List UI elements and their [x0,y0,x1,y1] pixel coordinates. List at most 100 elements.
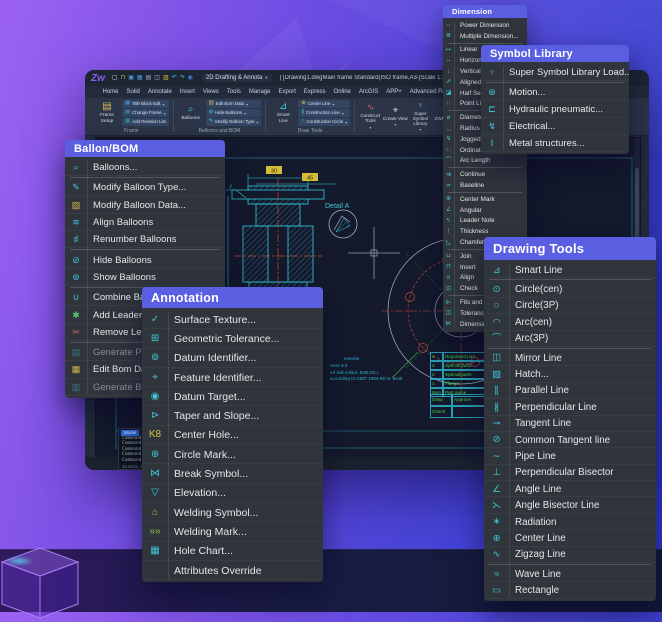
ribbon-button-hide-balloons[interactable]: ⊘Hide Balloons▾ [206,109,262,117]
menu-item-welding-symbol[interactable]: ⌂Welding Symbol... [142,503,323,522]
menu-item-multiple-dimension[interactable]: ≣Multiple Dimension... [443,31,527,42]
menu-item-motion[interactable]: ⊛Motion... [481,84,629,101]
undo-icon[interactable]: ↶ [172,75,177,81]
menu-item-feature-identifier[interactable]: ⌖Feature Identifier... [142,368,323,387]
ribbon-button-frame-setup[interactable]: ▤Frame Setup [94,102,120,124]
menu-item-balloons[interactable]: ⌕Balloons... [65,159,225,176]
new-file-icon[interactable]: ▢ [112,75,118,81]
menu-item-circle-3p[interactable]: ○Circle(3P) [484,298,656,314]
tab-insert[interactable]: Insert [176,88,198,96]
menu-item-angle-bisector-line[interactable]: ⋋Angle Bisector Line [484,497,656,513]
mirror-line-icon: ◫ [484,353,509,362]
menu-item-hole-chart[interactable]: ▦Hole Chart... [142,542,323,561]
ribbon-button-modify-balloon-type[interactable]: ✎Modify Balloon Type▾ [206,118,262,126]
scrollbar-thumb[interactable] [635,168,639,238]
menu-item-super-symbol-library-load[interactable]: ♆Super Symbol Library Load... [481,64,629,81]
menu-item-geometric-tolerance[interactable]: ⊞Geometric Tolerance... [142,329,323,348]
menu-item-angle-line[interactable]: ∠Angle Line [484,481,656,497]
menu-item-hatch[interactable]: ▨Hatch... [484,366,656,382]
save-all-icon[interactable]: ▦ [137,75,143,81]
menu-item-center-hole[interactable]: K8Center Hole... [142,426,323,445]
menu-item-modify-balloon-data[interactable]: ▧Modify Balloon Data... [65,197,225,214]
menu-item-smart-line[interactable]: ⊿Smart Line [484,262,656,278]
menu-item-center-line[interactable]: ⊕Center Line [484,530,656,546]
redo-icon[interactable]: ↷ [180,75,185,81]
menu-item-perpendicular-bisector[interactable]: ⊥Perpendicular Bisector [484,465,656,481]
ribbon-button-edit-bom-data[interactable]: ▧Edit Bom Data▾ [206,100,262,108]
menu-item-common-tangent-line[interactable]: ⊘Common Tangent line [484,432,656,448]
menu-item-surface-texture[interactable]: ✓Surface Texture... [142,310,323,329]
menu-item-pipe-line[interactable]: ∼Pipe Line [484,448,656,464]
menu-item-arc-cen[interactable]: ◠Arc(cen) [484,314,656,330]
open-folder-icon[interactable]: ⊓ [121,75,126,81]
menu-item-renumber-balloons[interactable]: ♯Renumber Balloons [65,231,225,248]
menu-item-elevation[interactable]: ▽Elevation... [142,484,323,503]
tab-online[interactable]: Online [330,88,354,96]
workspace-selector[interactable]: 2D Drafting & Annota ▾ [202,74,272,82]
menu-item-zigzag-line[interactable]: ∿Zigzag Line [484,547,656,563]
ribbon-button-title-block-edit[interactable]: ▦Title Block Edit▾ [122,100,169,108]
menu-item-baseline[interactable]: ≍Baseline [443,180,527,191]
menu-item-tangent-line[interactable]: ⊸Tangent Line [484,416,656,432]
tab-manage[interactable]: Manage [245,88,274,96]
menu-item-attributes-override[interactable]: Attributes Override [142,561,323,580]
tab-views[interactable]: Views [199,88,222,96]
ribbon-button-create-view[interactable]: ⌖Create View▾ [383,98,408,135]
menu-item-rectangle[interactable]: ▭Rectangle [484,582,656,598]
menu-item-hide-balloons[interactable]: ⊘Hide Balloons [65,251,225,268]
tab-arcgis[interactable]: ArcGIS [355,88,381,96]
workspace-globe-icon[interactable]: ◉ [188,75,193,81]
menu-item-continue[interactable]: ⇉Continue [443,169,527,180]
ribbon-button-smart-line[interactable]: ⊿Smart Line [270,102,296,124]
menu-item-leader-note[interactable]: ↖Leader Note [443,216,527,227]
menu-item-arc-length[interactable]: ⌒Arc Length [443,156,527,167]
tab-home[interactable]: Home [99,88,122,96]
tab-express[interactable]: Express [300,88,329,96]
menu-item-datum-identifier[interactable]: ⊚Datum Identifier... [142,349,323,368]
menu-item-center-mark[interactable]: ⊕Center Mark [443,194,527,205]
menu-item-align-balloons[interactable]: ≋Align Balloons [65,214,225,231]
model-tab[interactable]: Model [121,430,139,436]
menu-item-label: Break Symbol... [168,468,248,480]
menu-item-modify-balloon-type[interactable]: ✎Modify Balloon Type... [65,179,225,196]
menu-item-mirror-line[interactable]: ◫Mirror Line [484,350,656,366]
ribbon-button-construction-circle[interactable]: ○Construction Circle▾ [298,118,350,126]
surface-texture-icon: ✓ [142,315,168,325]
menu-item-taper-and-slope[interactable]: ⊳Taper and Slope... [142,406,323,425]
tab-tools[interactable]: Tools [223,88,244,96]
tab-app[interactable]: APP+ [383,88,406,96]
menu-item-metal-structures[interactable]: ⅠMetal structures... [481,135,629,152]
menu-item-hydraulic-pneumatic[interactable]: ⊏Hydraulic pneumatic... [481,101,629,118]
menu-item-show-balloons[interactable]: ⊚Show Balloons [65,269,225,286]
ribbon-button-change-frame[interactable]: ▤Change Frame▾ [122,109,169,117]
menu-item-arc-3p[interactable]: ⌒Arc(3P) [484,331,656,347]
tab-export[interactable]: Export [275,88,299,96]
tab-annotate[interactable]: Annotate [144,88,175,96]
menu-item-label: Datum Identifier... [168,352,256,364]
ribbon-button-center-line[interactable]: ⊕Center Line▾ [298,100,350,108]
menu-item-angular[interactable]: ∠Angular [443,205,527,216]
ribbon-button-super-symbol-library[interactable]: ♆Super Symbol Library▾ [408,98,433,135]
menu-item-parallel-line[interactable]: ∥Parallel Line [484,383,656,399]
save-icon[interactable]: ▣ [128,75,134,81]
menu-item-circle-mark[interactable]: ⊕Circle Mark... [142,445,323,464]
menu-item-circle-cen[interactable]: ⊙Circle(cen) [484,281,656,297]
tab-solid[interactable]: Solid [123,88,143,96]
menu-item-perpendicular-line[interactable]: ∦Perpendicular Line [484,399,656,415]
menu-item-power-dimension[interactable]: ↔Power Dimension [443,20,527,31]
copy-icon[interactable]: ◫ [154,75,160,81]
ribbon-button-balloons[interactable]: ⌕Balloons [178,105,204,122]
ribbon-button-construct-tools[interactable]: ∿Construct Tools▾ [358,98,383,135]
ribbon-button-add-revision-list[interactable]: ▥Add Revision List [122,118,169,126]
menu-item-radiation[interactable]: ∗Radiation [484,514,656,530]
plot-icon[interactable]: ▤ [146,75,152,81]
menu-item-welding-mark[interactable]: »»Welding Mark... [142,522,323,541]
menu-item-wave-line[interactable]: ≈Wave Line [484,566,656,582]
menu-item-thickness[interactable]: ⊺Thickness [443,226,527,237]
welding-mark-icon: »» [142,527,168,537]
menu-item-break-symbol[interactable]: ⋈Break Symbol... [142,464,323,483]
menu-item-electrical[interactable]: ↯Electrical... [481,118,629,135]
ribbon-button-construction-line[interactable]: ∥Construction Line▾ [298,109,350,117]
menu-item-datum-target[interactable]: ◉Datum Target... [142,387,323,406]
paste-icon[interactable]: ▥ [163,75,169,81]
